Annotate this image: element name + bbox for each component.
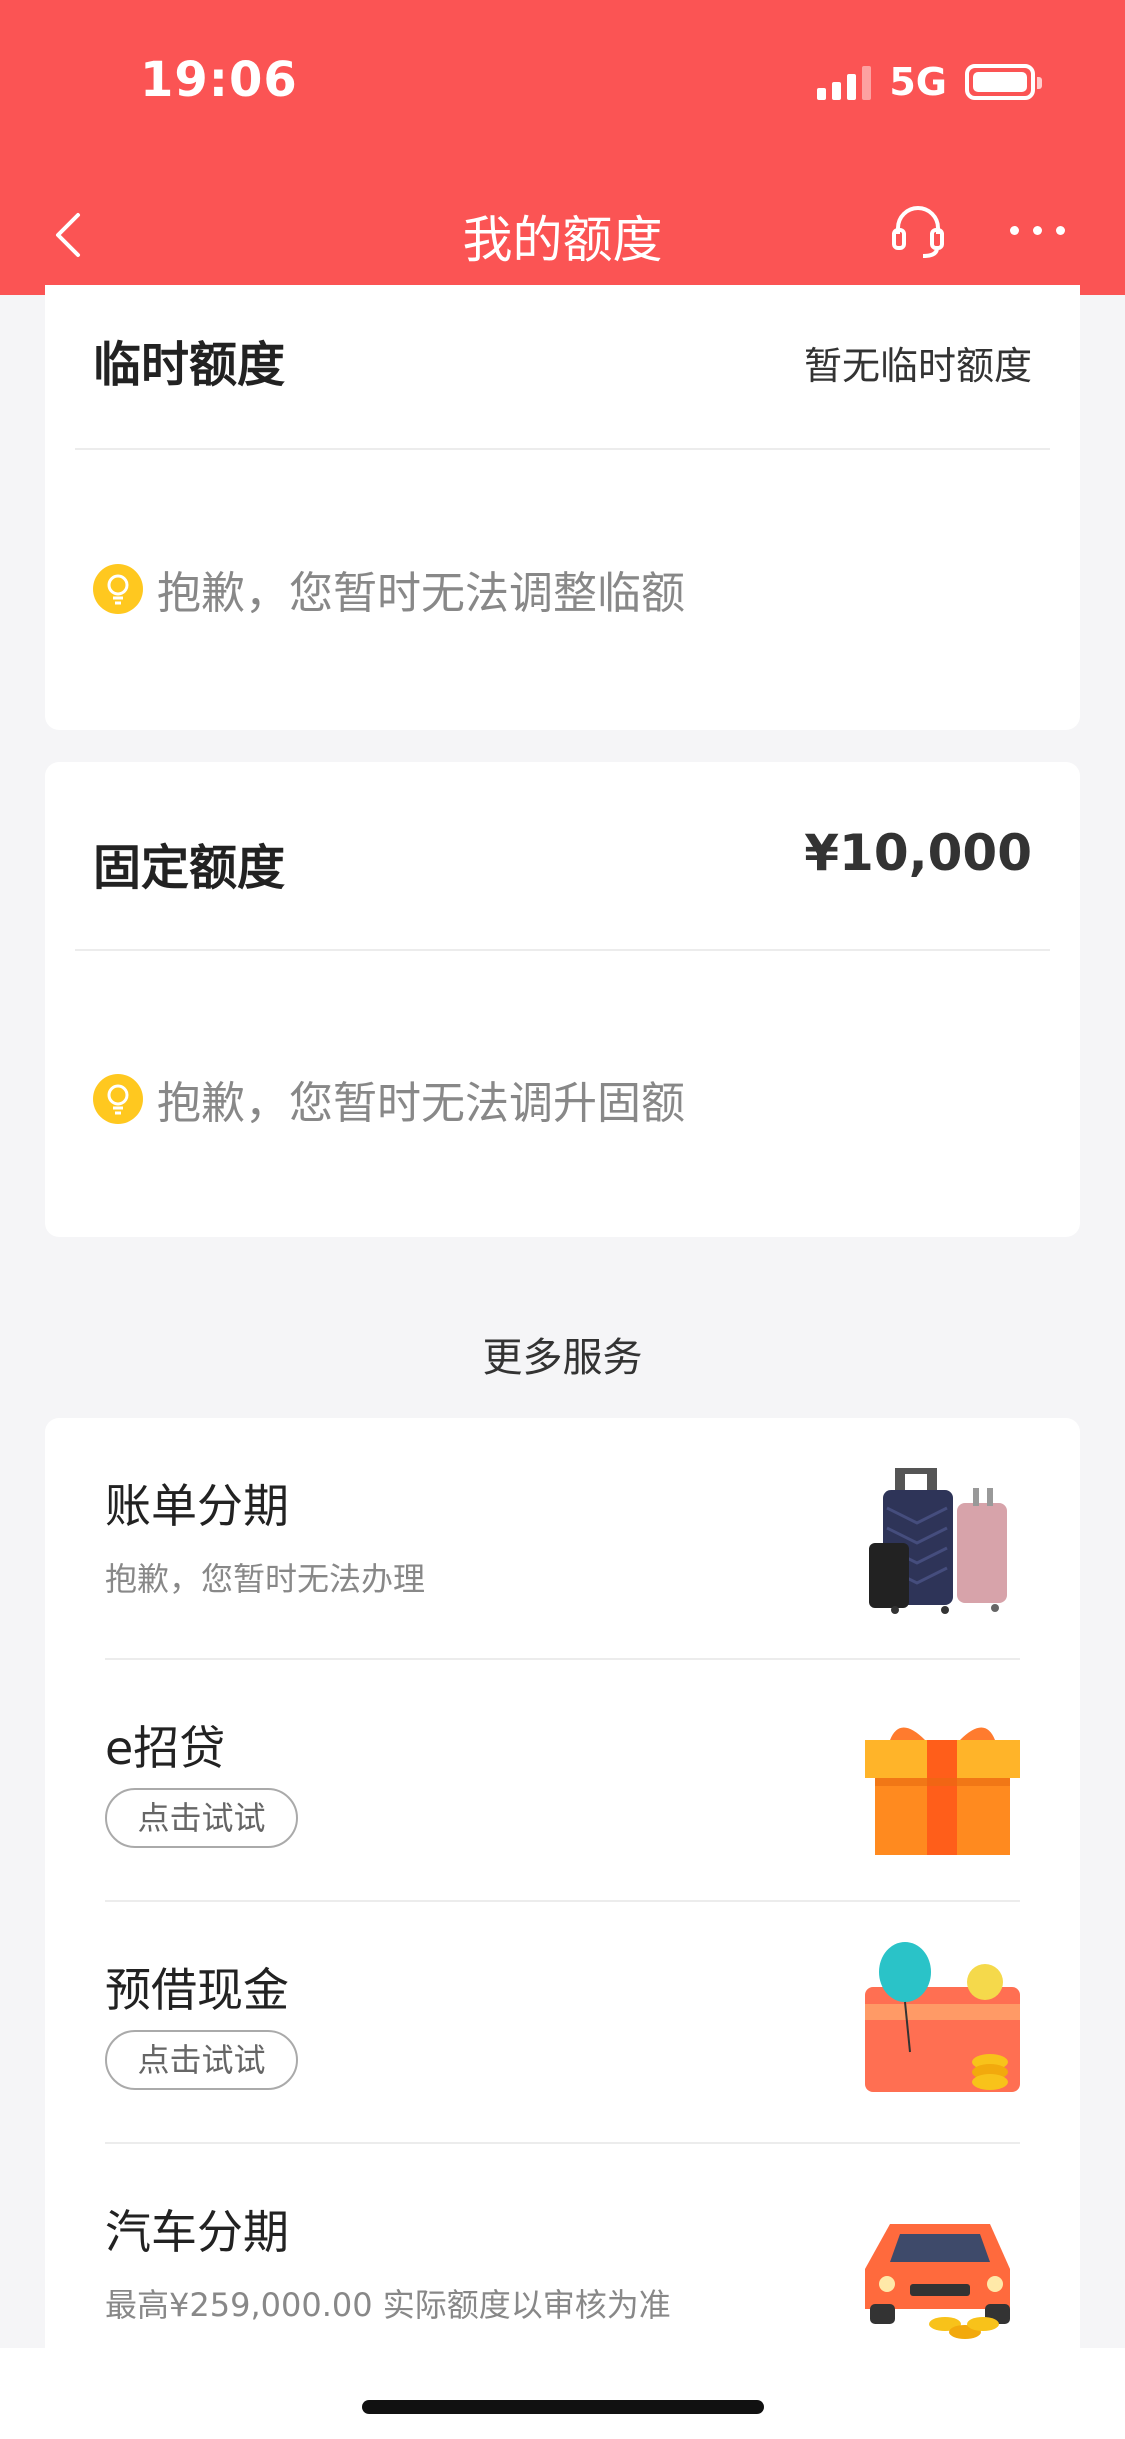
divider xyxy=(75,448,1050,450)
fixed-quota-tip-text: 抱歉，您暂时无法调升固额 xyxy=(157,1078,685,1129)
home-indicator xyxy=(362,2400,764,2414)
more-services-title: 更多服务 xyxy=(482,1335,643,1381)
network-type: 5G xyxy=(889,60,947,104)
service-item-e-loan[interactable]: e招贷 点击试试 xyxy=(105,1660,1020,1902)
try-button[interactable]: 点击试试 xyxy=(105,2030,298,2090)
service-title: 汽车分期 xyxy=(105,2205,289,2259)
lightbulb-icon xyxy=(93,1074,143,1124)
lightbulb-icon xyxy=(93,564,143,614)
service-subtitle: 最高¥259,000.00 实际额度以审核为准 xyxy=(105,2286,671,2324)
temp-quota-status: 暂无临时额度 xyxy=(803,344,1032,388)
service-title: e招贷 xyxy=(105,1721,226,1775)
bottom-safe-area xyxy=(0,2348,1125,2439)
service-item-bill-installment[interactable]: 账单分期 抱歉，您暂时无法办理 xyxy=(105,1418,1020,1660)
car-icon xyxy=(865,2184,1020,2344)
divider xyxy=(75,949,1050,951)
service-subtitle: 抱歉，您暂时无法办理 xyxy=(105,1560,426,1598)
service-item-cash-advance[interactable]: 预借现金 点击试试 xyxy=(105,1902,1020,2144)
cash-card-icon xyxy=(865,1942,1020,2102)
service-title: 预借现金 xyxy=(105,1963,289,2017)
temp-quota-tip: 抱歉，您暂时无法调整临额 xyxy=(93,557,685,621)
fixed-quota-title: 固定额度 xyxy=(93,840,286,896)
fixed-quota-card: 固定额度 ¥10,000 抱歉，您暂时无法调升固额 xyxy=(45,762,1080,1237)
service-title: 账单分期 xyxy=(105,1479,289,1533)
status-time: 19:06 xyxy=(140,52,298,108)
try-button[interactable]: 点击试试 xyxy=(105,1788,298,1848)
gift-box-icon xyxy=(865,1700,1020,1860)
customer-service-icon[interactable] xyxy=(888,200,948,260)
status-indicators: 5G xyxy=(817,60,1042,104)
page-title: 我的额度 xyxy=(462,211,663,269)
signal-icon xyxy=(817,64,872,100)
battery-icon xyxy=(965,64,1042,100)
temp-quota-title: 临时额度 xyxy=(93,337,286,393)
more-services-card: 账单分期 抱歉，您暂时无法办理 e招贷 点击试试 预借现金 点击试试 汽车分期 … xyxy=(45,1418,1080,2348)
temp-quota-card: 临时额度 暂无临时额度 抱歉，您暂时无法调整临额 xyxy=(45,285,1080,730)
header: 19:06 5G 我的额度 xyxy=(0,0,1125,295)
more-icon[interactable] xyxy=(1010,226,1065,235)
fixed-quota-tip: 抱歉，您暂时无法调升固额 xyxy=(93,1067,685,1131)
fixed-quota-amount: ¥10,000 xyxy=(804,824,1032,882)
luggage-icon xyxy=(865,1458,1020,1618)
temp-quota-tip-text: 抱歉，您暂时无法调整临额 xyxy=(157,568,685,619)
